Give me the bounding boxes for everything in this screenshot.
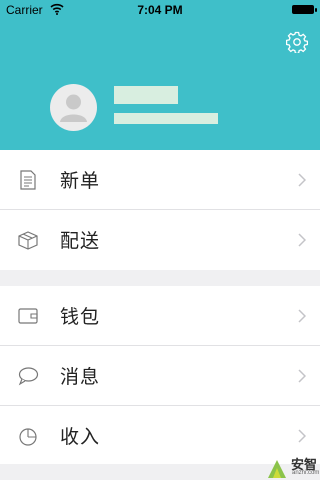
- chevron-right-icon: [298, 309, 306, 323]
- username-placeholder: [114, 86, 178, 104]
- pie-chart-icon: [19, 428, 37, 446]
- chevron-right-icon: [298, 429, 306, 443]
- menu-item-label: 配送: [60, 230, 101, 252]
- menu-group-account: 钱包 消息 收入: [0, 286, 320, 464]
- chevron-right-icon: [298, 233, 306, 247]
- menu-item-new-orders[interactable]: 新单: [0, 150, 320, 210]
- menu-item-label: 收入: [60, 426, 101, 448]
- chat-bubble-icon: [18, 367, 39, 386]
- menu-group-orders: 新单 配送: [0, 150, 320, 270]
- menu-item-delivery[interactable]: 配送: [0, 210, 320, 269]
- watermark-subtext: anzhi.com: [292, 470, 320, 476]
- menu-item-messages[interactable]: 消息: [0, 346, 320, 406]
- chevron-right-icon: [298, 173, 306, 187]
- user-avatar-icon[interactable]: [50, 84, 97, 131]
- phone-placeholder: [114, 113, 218, 124]
- menu-item-label: 消息: [60, 366, 101, 388]
- profile-header: Carrier 7:04 PM: [0, 0, 320, 150]
- gear-icon[interactable]: [286, 31, 308, 53]
- menu-item-label: 新单: [60, 170, 101, 192]
- status-bar: Carrier 7:04 PM: [0, 0, 320, 20]
- chevron-right-icon: [298, 369, 306, 383]
- battery-icon: [292, 5, 314, 14]
- battery-nub: [315, 8, 317, 12]
- menu-item-wallet[interactable]: 钱包: [0, 286, 320, 346]
- menu-item-label: 钱包: [60, 306, 101, 328]
- clock-label: 7:04 PM: [137, 3, 183, 17]
- wallet-icon: [18, 308, 38, 324]
- package-box-icon: [18, 231, 38, 250]
- document-icon: [20, 170, 36, 190]
